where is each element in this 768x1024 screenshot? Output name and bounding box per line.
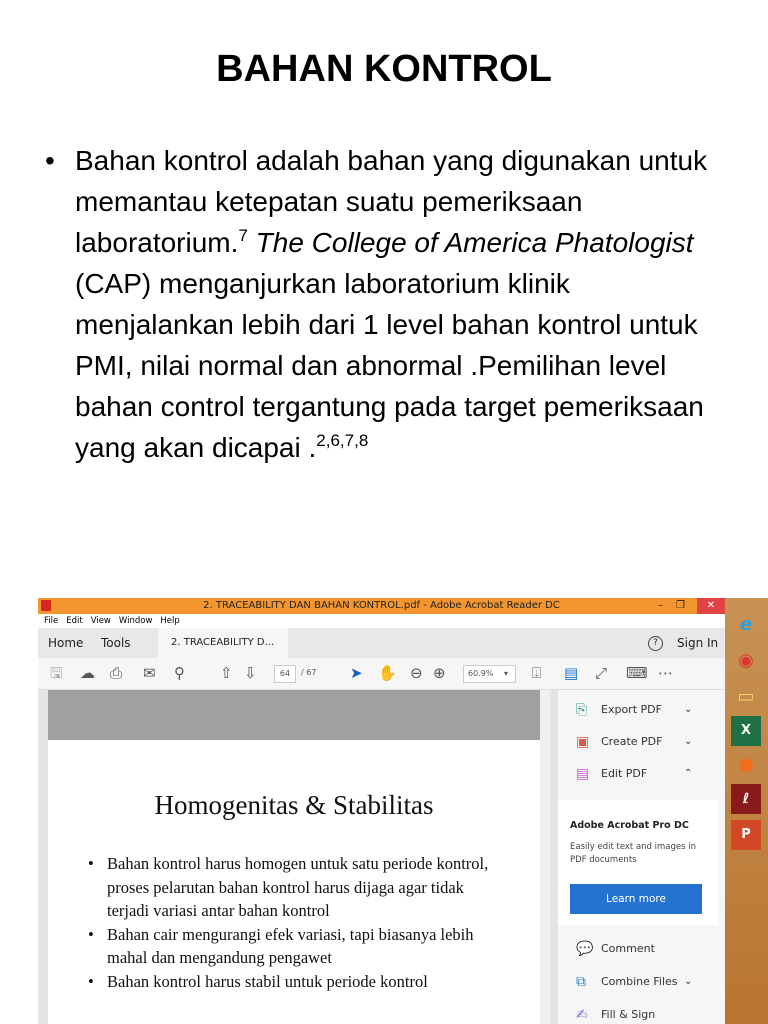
- fill-sign-icon: ✍: [576, 1007, 588, 1023]
- next-page-icon[interactable]: ⇩: [244, 665, 257, 681]
- select-tool-icon[interactable]: ➤: [350, 665, 363, 681]
- chevron-down-icon[interactable]: ⌄: [684, 726, 692, 758]
- search-icon[interactable]: ⚲: [174, 665, 185, 681]
- page-bullet: Bahan kontrol harus stabil untuk periode…: [88, 970, 498, 994]
- acrobat-icon: [41, 600, 51, 611]
- powerpoint-icon[interactable]: P: [731, 820, 761, 850]
- scroll-mode-icon[interactable]: ▤: [564, 665, 578, 681]
- chrome-icon[interactable]: ◉: [731, 646, 761, 676]
- zoom-in-icon[interactable]: ⊕: [433, 665, 446, 681]
- print-icon[interactable]: ⎙: [110, 665, 122, 681]
- fit-page-icon[interactable]: ⍗: [532, 665, 541, 681]
- full-screen-icon[interactable]: ⤢: [595, 665, 607, 681]
- keyboard-icon[interactable]: ⌨: [626, 665, 648, 681]
- file-explorer-icon[interactable]: ▭: [731, 682, 761, 712]
- toolbar: 🖫 ☁ ⎙ ✉ ⚲ ⇧ ⇩ 64 / 67 ➤ ✋ ⊖ ⊕ 60.9% ▾ ⍗ …: [38, 658, 725, 690]
- page-bullet: Bahan kontrol harus homogen untuk satu p…: [88, 852, 498, 923]
- chevron-down-icon[interactable]: ⌄: [684, 694, 692, 726]
- close-button[interactable]: ✕: [697, 598, 725, 614]
- bullet-text: Bahan kontrol adalah bahan yang digunaka…: [75, 145, 708, 463]
- tab-bar: Home Tools 2. TRACEABILITY D... × ? Sign…: [38, 628, 725, 678]
- comment-icon: 💬: [576, 941, 594, 957]
- bullet-dot: •: [45, 145, 55, 176]
- edit-pdf-item[interactable]: ▤ Edit PDF ⌃: [558, 758, 718, 790]
- more-icon[interactable]: ⋯: [658, 665, 673, 681]
- export-pdf-label: Export PDF: [601, 703, 662, 716]
- chevron-down-icon[interactable]: ⌄: [684, 966, 692, 998]
- page-bullets: Bahan kontrol harus homogen untuk satu p…: [88, 852, 498, 993]
- acrobat-taskbar-icon[interactable]: ℓ: [731, 784, 761, 814]
- create-pdf-item[interactable]: ▣ Create PDF ⌄: [558, 726, 718, 758]
- edit-pdf-label: Edit PDF: [601, 767, 648, 780]
- acrobat-screenshot: 2. TRACEABILITY DAN BAHAN KONTROL.pdf - …: [38, 598, 768, 1024]
- ie-icon[interactable]: e: [731, 610, 761, 640]
- fill-sign-item[interactable]: ✍ Fill & Sign: [558, 999, 718, 1024]
- window-title: 2. TRACEABILITY DAN BAHAN KONTROL.pdf - …: [203, 600, 560, 611]
- page-total: / 67: [301, 668, 317, 677]
- learn-more-button[interactable]: Learn more: [570, 884, 702, 914]
- menu-bar: File Edit View Window Help: [38, 614, 725, 628]
- chevron-up-icon[interactable]: ⌃: [684, 758, 692, 790]
- help-icon[interactable]: ?: [648, 636, 663, 651]
- export-pdf-icon: ⎘: [576, 702, 588, 718]
- zoom-out-icon[interactable]: ⊖: [410, 665, 423, 681]
- zoom-select[interactable]: 60.9% ▾: [463, 665, 516, 683]
- page-heading: Homogenitas & Stabilitas: [154, 790, 434, 820]
- comment-item[interactable]: 💬 Comment: [558, 933, 718, 965]
- menu-file[interactable]: File: [44, 616, 58, 626]
- firefox-icon[interactable]: ●: [731, 750, 761, 780]
- zoom-value: 60.9%: [468, 669, 494, 678]
- tools-panel: ⎘ Export PDF ⌄ ▣ Create PDF ⌄ ▤ Edit PDF ⌃ Ado…: [558, 690, 725, 1024]
- title-bar: 2. TRACEABILITY DAN BAHAN KONTROL.pdf - …: [38, 598, 725, 614]
- vertical-scrollbar[interactable]: [540, 690, 550, 1024]
- excel-icon[interactable]: X: [731, 716, 761, 746]
- pdf-page: Homogenitas & Stabilitas Bahan kontrol h…: [48, 690, 540, 1024]
- tab-home[interactable]: Home: [48, 628, 83, 658]
- page-bullet: Bahan cair mengurangi efek variasi, tapi…: [88, 923, 498, 970]
- fill-sign-label: Fill & Sign: [601, 1008, 656, 1021]
- menu-help[interactable]: Help: [160, 616, 179, 626]
- create-pdf-label: Create PDF: [601, 735, 663, 748]
- tab-document-label: 2. TRACEABILITY D...: [171, 637, 275, 648]
- save-icon[interactable]: 🖫: [50, 665, 63, 681]
- export-pdf-item[interactable]: ⎘ Export PDF ⌄: [558, 694, 718, 726]
- sign-in-button[interactable]: Sign In: [677, 628, 718, 658]
- slide-title: BAHAN KONTROL: [216, 48, 552, 90]
- menu-view[interactable]: View: [91, 616, 111, 626]
- taskbar: e ◉ ▭ X ● ℓ P: [725, 598, 768, 1024]
- tab-document[interactable]: 2. TRACEABILITY D... ×: [158, 628, 288, 678]
- comment-label: Comment: [601, 942, 655, 955]
- promo-description: Easily edit text and images in PDF docum…: [570, 842, 697, 865]
- prev-page-icon[interactable]: ⇧: [220, 665, 233, 681]
- menu-window[interactable]: Window: [119, 616, 153, 626]
- tab-tools[interactable]: Tools: [101, 628, 131, 658]
- edit-pdf-icon: ▤: [576, 766, 590, 782]
- minimize-button[interactable]: –: [658, 598, 663, 614]
- slide-bullet: • Bahan kontrol adalah bahan yang diguna…: [45, 140, 735, 468]
- upload-icon[interactable]: ☁: [80, 665, 95, 681]
- create-pdf-icon: ▣: [576, 734, 590, 750]
- page-number-input[interactable]: 64: [274, 665, 296, 683]
- combine-files-label: Combine Files: [601, 975, 678, 988]
- hand-tool-icon[interactable]: ✋: [378, 665, 397, 681]
- menu-edit[interactable]: Edit: [66, 616, 82, 626]
- page-header-band: [48, 690, 540, 740]
- email-icon[interactable]: ✉: [143, 665, 156, 681]
- restore-button[interactable]: ❐: [676, 598, 685, 614]
- promo-title: Adobe Acrobat Pro DC: [570, 820, 689, 831]
- combine-files-item[interactable]: ⧉ Combine Files ⌄: [558, 966, 718, 998]
- combine-files-icon: ⧉: [576, 974, 586, 990]
- promo-box: Adobe Acrobat Pro DC Easily edit text an…: [558, 800, 718, 925]
- document-area: Homogenitas & Stabilitas Bahan kontrol h…: [38, 690, 558, 1024]
